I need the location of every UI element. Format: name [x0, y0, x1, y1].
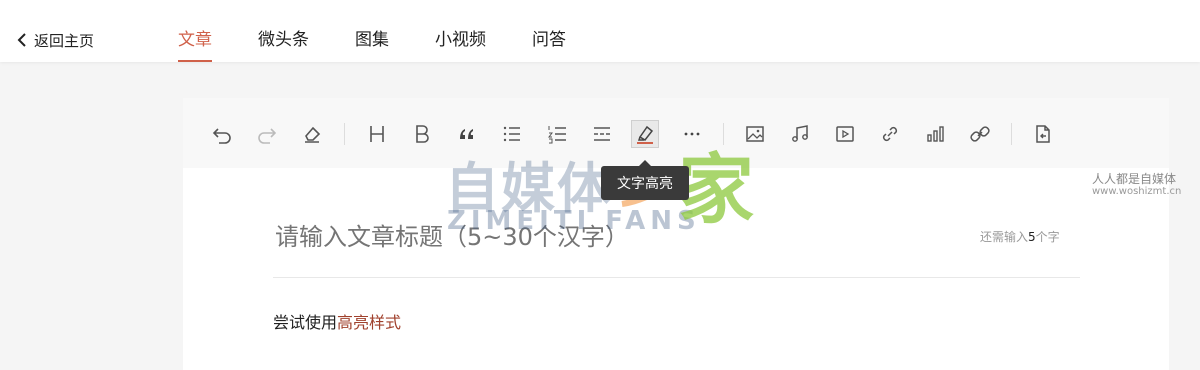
top-navigation-bar: 返回主页 文章 微头条 图集 小视频 问答 — [0, 0, 1200, 62]
title-divider — [273, 277, 1080, 278]
tooltip-text-highlight: 文字高亮 — [601, 160, 689, 200]
title-char-counter: 还需输入5个字 — [980, 228, 1060, 245]
counter-prefix: 还需输入 — [980, 230, 1029, 244]
heading-icon[interactable] — [363, 120, 391, 148]
tab-article[interactable]: 文章 — [178, 24, 212, 62]
bold-icon[interactable] — [408, 120, 436, 148]
eraser-icon[interactable] — [298, 120, 326, 148]
highlight-icon[interactable] — [631, 120, 659, 148]
back-label: 返回主页 — [34, 31, 95, 50]
article-body[interactable]: 尝试使用高亮样式 — [273, 309, 401, 333]
back-to-home-link[interactable]: 返回主页 — [16, 26, 94, 54]
counter-suffix: 个字 — [1035, 230, 1060, 244]
formatting-toolbar — [183, 98, 1169, 168]
content-type-tabs: 文章 微头条 图集 小视频 问答 — [178, 24, 612, 62]
counter-value: 5 — [1028, 230, 1036, 244]
tab-gallery[interactable]: 图集 — [355, 24, 389, 62]
watermark-tagline: 人人都是自媒体 — [1092, 172, 1177, 186]
body-highlighted-text: 高亮样式 — [337, 313, 402, 332]
watermark-url: www.woshizmt.cn — [1092, 186, 1182, 197]
tab-short-video[interactable]: 小视频 — [435, 24, 486, 62]
import-document-icon[interactable] — [1029, 120, 1057, 148]
toolbar-separator — [344, 123, 345, 145]
undo-icon[interactable] — [208, 120, 236, 148]
chart-icon[interactable] — [921, 120, 949, 148]
tab-micro-headline[interactable]: 微头条 — [258, 24, 309, 62]
link-icon[interactable] — [876, 120, 904, 148]
tab-qa[interactable]: 问答 — [532, 24, 566, 62]
body-plain-text: 尝试使用 — [273, 313, 338, 332]
music-icon[interactable] — [786, 120, 814, 148]
video-icon[interactable] — [831, 120, 859, 148]
link-card-icon[interactable] — [966, 120, 994, 148]
chevron-left-icon — [17, 33, 26, 47]
watermark-logo-subtitle: ZIMEITI FANS — [447, 206, 701, 236]
redo-icon[interactable] — [253, 120, 281, 148]
toolbar-separator — [1011, 123, 1012, 145]
